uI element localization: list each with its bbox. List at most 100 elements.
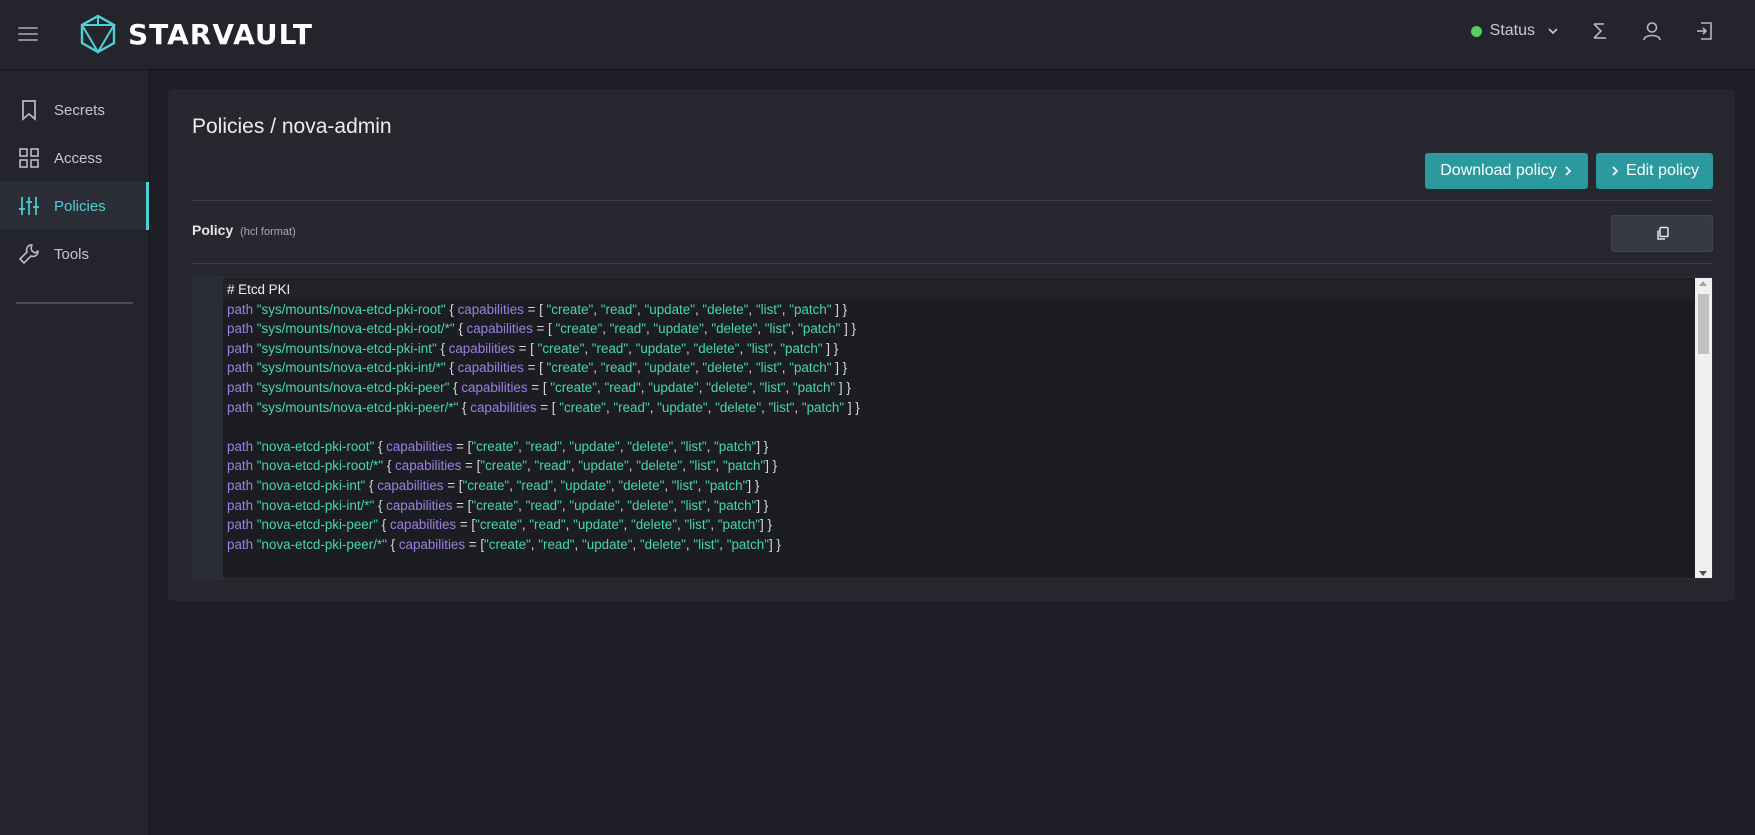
- code-capability-string: "list": [755, 301, 782, 317]
- code-punctuation: ,: [664, 477, 672, 493]
- code-capability-string: "patch": [714, 438, 757, 454]
- code-punctuation: ,: [673, 438, 681, 454]
- code-line: path "nova-etcd-pki-peer/*" { capabiliti…: [223, 535, 1694, 555]
- code-punctuation: ,: [706, 497, 715, 513]
- sidebar-item-secrets[interactable]: Secrets: [0, 86, 149, 134]
- code-capability-string: "read": [591, 340, 629, 356]
- code-capability-string: "patch": [792, 379, 836, 395]
- code-line: path "nova-etcd-pki-int/*" { capabilitie…: [223, 496, 1694, 516]
- code-capability-string: "create": [480, 458, 528, 474]
- code-punctuation: ] }: [822, 340, 839, 356]
- code-capability-string: "update": [648, 379, 699, 395]
- code-keyword: capabilities: [389, 517, 457, 533]
- copy-button[interactable]: [1611, 215, 1713, 252]
- code-capability-string: "read": [613, 399, 650, 415]
- code-path-string: "nova-etcd-pki-root/*": [256, 458, 384, 474]
- code-keyword: capabilities: [448, 340, 515, 356]
- code-keyword: capabilities: [470, 399, 537, 415]
- code-capability-string: "patch": [801, 399, 845, 415]
- code-keyword: path: [227, 497, 254, 513]
- code-capability-string: "update": [582, 536, 633, 552]
- sidebar-item-access[interactable]: Access: [0, 134, 149, 182]
- code-capability-string: "delete": [711, 321, 758, 337]
- code-punctuation: ,: [748, 360, 756, 376]
- wrench-icon: [19, 244, 39, 264]
- code-line: path "sys/mounts/nova-etcd-pki-root/*" {…: [223, 319, 1694, 339]
- code-punctuation: ] }: [765, 458, 778, 474]
- divider: [192, 263, 1713, 264]
- code-punctuation: ] }: [831, 301, 848, 317]
- code-path-string: "sys/mounts/nova-etcd-pki-int": [256, 340, 437, 356]
- code-path-string: "sys/mounts/nova-etcd-pki-peer": [256, 379, 450, 395]
- code-punctuation: = [: [452, 438, 472, 454]
- code-capability-string: "create": [462, 477, 510, 493]
- code-line: path "sys/mounts/nova-etcd-pki-peer/*" {…: [223, 398, 1694, 418]
- editor-scrollbar[interactable]: [1695, 278, 1712, 578]
- download-policy-button[interactable]: Download policy: [1425, 153, 1588, 189]
- code-punctuation: {: [365, 477, 378, 493]
- code-capability-string: "list": [684, 517, 711, 533]
- code-punctuation: {: [374, 497, 387, 513]
- code-keyword: capabilities: [386, 438, 453, 454]
- code-capability-string: "read": [525, 438, 562, 454]
- status-indicator: [1470, 25, 1482, 37]
- code-capability-string: "update": [569, 438, 620, 454]
- code-line: path "sys/mounts/nova-etcd-pki-root" { c…: [223, 300, 1694, 320]
- code-capability-string: "list": [768, 399, 795, 415]
- code-keyword: path: [227, 321, 254, 337]
- code-line: path "nova-etcd-pki-root/*" { capabiliti…: [223, 456, 1694, 476]
- scroll-up-arrow-icon[interactable]: [1699, 281, 1707, 286]
- code-path-string: "nova-etcd-pki-peer": [256, 517, 378, 533]
- sidebar-item-label: Access: [54, 149, 103, 167]
- code-keyword: path: [227, 536, 254, 552]
- code-capability-string: "list": [680, 438, 707, 454]
- edit-policy-label: Edit policy: [1626, 162, 1699, 179]
- code-punctuation: ,: [682, 458, 690, 474]
- code-punctuation: ] }: [756, 497, 769, 513]
- code-capability-string: "delete": [706, 379, 753, 395]
- code-keyword: capabilities: [395, 458, 462, 474]
- code-punctuation: {: [445, 301, 458, 317]
- logo[interactable]: STARVAULT: [80, 14, 313, 54]
- code-punctuation: {: [436, 340, 449, 356]
- code-path-string: "sys/mounts/nova-etcd-pki-int/*": [256, 360, 446, 376]
- code-punctuation: ,: [673, 497, 681, 513]
- code-punctuation: ,: [565, 517, 574, 533]
- code-punctuation: ,: [632, 536, 640, 552]
- code-punctuation: {: [449, 379, 462, 395]
- code-capability-string: "read": [516, 477, 553, 493]
- sidebar-item-tools[interactable]: Tools: [0, 230, 149, 278]
- code-punctuation: ,: [790, 321, 799, 337]
- logout-icon[interactable]: [1693, 20, 1715, 42]
- code-capability-string: "create": [475, 517, 522, 533]
- sidebar-item-policies[interactable]: Policies: [0, 182, 149, 230]
- user-icon[interactable]: [1641, 20, 1663, 42]
- code-punctuation: {: [386, 536, 399, 552]
- code-capability-string: "create": [555, 321, 603, 337]
- code-line: path "nova-etcd-pki-root" { capabilities…: [223, 437, 1694, 457]
- sliders-icon: [19, 197, 39, 215]
- code-keyword: path: [227, 360, 254, 376]
- code-capability-string: "update": [635, 340, 687, 356]
- policy-code-editor[interactable]: # Etcd PKI path "sys/mounts/nova-etcd-pk…: [192, 277, 1713, 579]
- scroll-thumb[interactable]: [1698, 294, 1709, 354]
- code-punctuation: = [: [452, 497, 472, 513]
- status-dropdown[interactable]: Status: [1470, 22, 1559, 40]
- code-capability-string: "create": [471, 497, 519, 513]
- code-comment-line: # Etcd PKI: [223, 280, 1694, 300]
- hamburger-menu-icon[interactable]: [18, 27, 38, 43]
- code-punctuation: ,: [527, 458, 535, 474]
- code-capability-string: "patch": [780, 340, 823, 356]
- terminal-icon[interactable]: [1589, 20, 1611, 42]
- page-title: Policies / nova-admin: [192, 115, 392, 138]
- code-capability-string: "read": [609, 321, 646, 337]
- edit-policy-button[interactable]: Edit policy: [1596, 153, 1713, 189]
- code-capability-string: "patch": [717, 517, 761, 533]
- scroll-down-arrow-icon[interactable]: [1699, 571, 1707, 576]
- code-capability-string: "delete": [702, 360, 749, 376]
- code-punctuation: ] }: [835, 379, 851, 395]
- code-punctuation: {: [445, 360, 458, 376]
- code-path-string: "sys/mounts/nova-etcd-pki-peer/*": [256, 399, 459, 415]
- status-label: Status: [1489, 22, 1535, 39]
- code-punctuation: ,: [574, 536, 582, 552]
